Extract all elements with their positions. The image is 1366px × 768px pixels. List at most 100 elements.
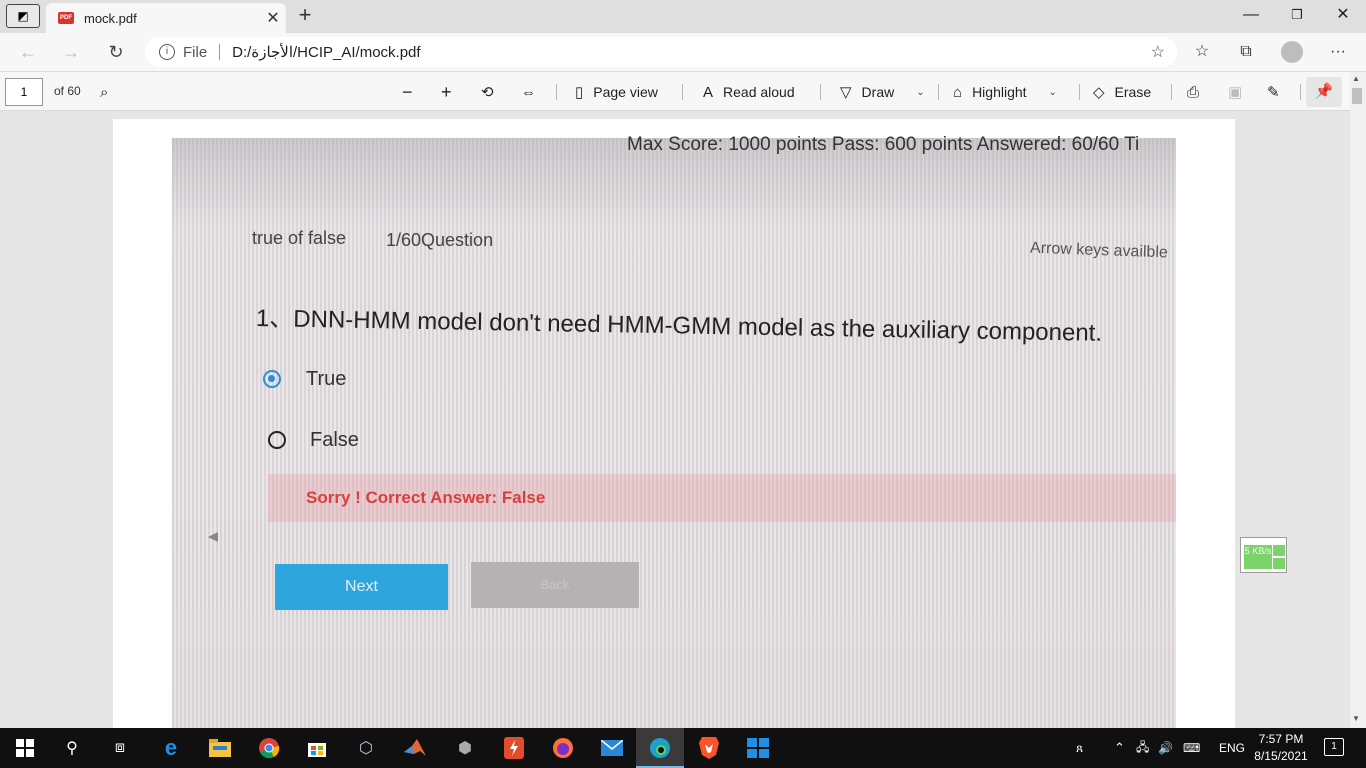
refresh-button[interactable]: ↻ (101, 38, 131, 66)
address-bar[interactable]: i File D:/الأجازة/HCIP_AI/mock.pdf ☆ (145, 37, 1177, 67)
info-icon[interactable]: i (159, 44, 175, 60)
option-false-label: False (310, 429, 359, 451)
draw-button[interactable]: ▽ Draw ⌄ (840, 78, 925, 106)
clock-time: 7:57 PM (1258, 732, 1304, 746)
vertical-scrollbar[interactable] (1350, 72, 1366, 728)
brave-icon (699, 737, 719, 759)
toolbar-divider (1079, 84, 1080, 100)
windows-logo-icon (747, 738, 769, 758)
radio-true (263, 370, 281, 388)
windows-app-button[interactable] (746, 736, 770, 760)
pin-toolbar-button[interactable]: 📌 (1306, 77, 1342, 107)
new-tab-button[interactable]: + (292, 4, 318, 28)
toolbar-divider (1300, 84, 1301, 100)
address-separator (219, 44, 221, 60)
save-as-button[interactable]: ✎ (1267, 78, 1290, 106)
highlight-button[interactable]: ⌂ Highlight ⌄ (953, 78, 1057, 106)
volume-icon[interactable]: 🔊 (1158, 728, 1173, 768)
app-button[interactable]: ⬢ (453, 736, 477, 760)
zoom-in-button[interactable]: + (441, 78, 452, 106)
print-button[interactable]: ⎙ (1187, 78, 1209, 106)
network-speed-widget[interactable]: 5 KB/s (1240, 537, 1287, 573)
minimize-button[interactable]: — (1228, 0, 1274, 30)
chrome-icon (259, 738, 280, 759)
tab-mock-pdf[interactable]: PDF mock.pdf ✕ (46, 3, 286, 33)
internet-explorer-icon: e (164, 735, 178, 760)
toolbar-divider (938, 84, 939, 100)
minus-icon: − (402, 81, 413, 102)
close-window-button[interactable]: ✕ (1320, 0, 1366, 30)
scrollbar-thumb[interactable] (1352, 88, 1362, 104)
task-view-icon: ⧈ (114, 739, 126, 756)
firefox-button[interactable] (551, 736, 575, 760)
save-icon: ▣ (1228, 84, 1243, 101)
back-button[interactable]: ← (13, 38, 43, 66)
matlab-button[interactable] (403, 736, 427, 760)
favorites-icon[interactable]: ☆ (1187, 38, 1217, 66)
clock[interactable]: 7:57 PM 8/15/2021 (1246, 731, 1316, 765)
rotate-button[interactable]: ⟲ (481, 78, 504, 106)
scroll-down-arrow-icon[interactable]: ▼ (1352, 714, 1360, 723)
page-view-label: Page view (593, 84, 658, 100)
save-button[interactable]: ▣ (1228, 78, 1252, 106)
title-bar: ◩ PDF mock.pdf ✕ + — ❐ ✕ (0, 0, 1366, 33)
keyboard-icon[interactable]: ⌨ (1183, 728, 1200, 768)
add-favorite-icon[interactable]: ☆ (1151, 42, 1165, 62)
page-view-icon: ▯ (575, 84, 584, 101)
file-explorer-button[interactable] (208, 736, 232, 760)
fit-page-button[interactable]: ⇔ (521, 78, 546, 106)
maximize-button[interactable]: ❐ (1274, 0, 1320, 30)
radio-false (268, 431, 286, 449)
chevron-down-icon[interactable]: ⌄ (916, 87, 924, 98)
pdf-file-icon: PDF (58, 12, 74, 24)
store-button[interactable] (305, 736, 329, 760)
search-taskbar-button[interactable]: ⚲ (60, 736, 84, 760)
page-view-button[interactable]: ▯ Page view (575, 78, 658, 106)
virtualbox-button[interactable]: ⬡ (354, 736, 378, 760)
profile-avatar[interactable] (1281, 41, 1303, 63)
scroll-up-arrow-icon[interactable]: ▲ (1352, 74, 1360, 83)
show-hidden-icons-chevron-icon[interactable]: ⌃ (1114, 728, 1125, 768)
plus-icon: + (441, 81, 452, 102)
zoom-out-button[interactable]: − (402, 78, 413, 106)
read-aloud-label: Read aloud (723, 84, 795, 100)
download-icon (1273, 558, 1285, 569)
collections-icon[interactable]: ⧉ (1231, 38, 1261, 66)
notification-center-button[interactable]: 1 (1324, 738, 1344, 756)
search-button[interactable]: ⌕ (100, 78, 118, 106)
matlab-icon (404, 739, 426, 756)
read-aloud-button[interactable]: A Read aloud (703, 78, 795, 106)
url-text[interactable]: D:/الأجازة/HCIP_AI/mock.pdf (232, 43, 420, 61)
brave-button[interactable] (697, 736, 721, 760)
tab-actions-button[interactable]: ◩ (6, 4, 40, 28)
more-menu-button[interactable]: ··· (1323, 38, 1353, 66)
upload-icon (1273, 545, 1285, 556)
network-icon[interactable]: 🖧 (1136, 728, 1149, 768)
mail-button[interactable] (600, 736, 624, 760)
option-true-label: True (306, 368, 347, 390)
task-view-button[interactable]: ⧈ (108, 736, 132, 760)
back-button-in-photo: Back (471, 562, 639, 608)
score-summary: Max Score: 1000 points Pass: 600 points … (627, 134, 1140, 155)
cube-icon: ⬡ (359, 740, 373, 757)
highlighter-icon: ⌂ (953, 83, 963, 101)
tab-close-button[interactable]: ✕ (260, 8, 286, 28)
forward-button[interactable]: → (56, 38, 86, 66)
question-type: true of false (252, 228, 347, 248)
app-button[interactable] (502, 736, 526, 760)
edge-button[interactable] (648, 736, 672, 760)
lightning-app-icon (504, 737, 524, 759)
clock-date: 8/15/2021 (1254, 749, 1308, 763)
start-button[interactable] (13, 736, 37, 760)
people-icon[interactable]: ጸ (1076, 728, 1083, 768)
edge-icon (650, 738, 670, 758)
rotate-icon: ⟲ (481, 84, 494, 101)
language-indicator[interactable]: ENG (1219, 728, 1245, 768)
ie-button[interactable]: e (159, 735, 183, 760)
read-aloud-icon: A (703, 83, 714, 101)
page-number-input[interactable]: 1 (5, 78, 43, 106)
chevron-down-icon[interactable]: ⌄ (1049, 87, 1057, 98)
erase-button[interactable]: ◇ Erase (1093, 78, 1151, 106)
folder-icon (209, 739, 231, 757)
chrome-button[interactable] (257, 736, 281, 760)
